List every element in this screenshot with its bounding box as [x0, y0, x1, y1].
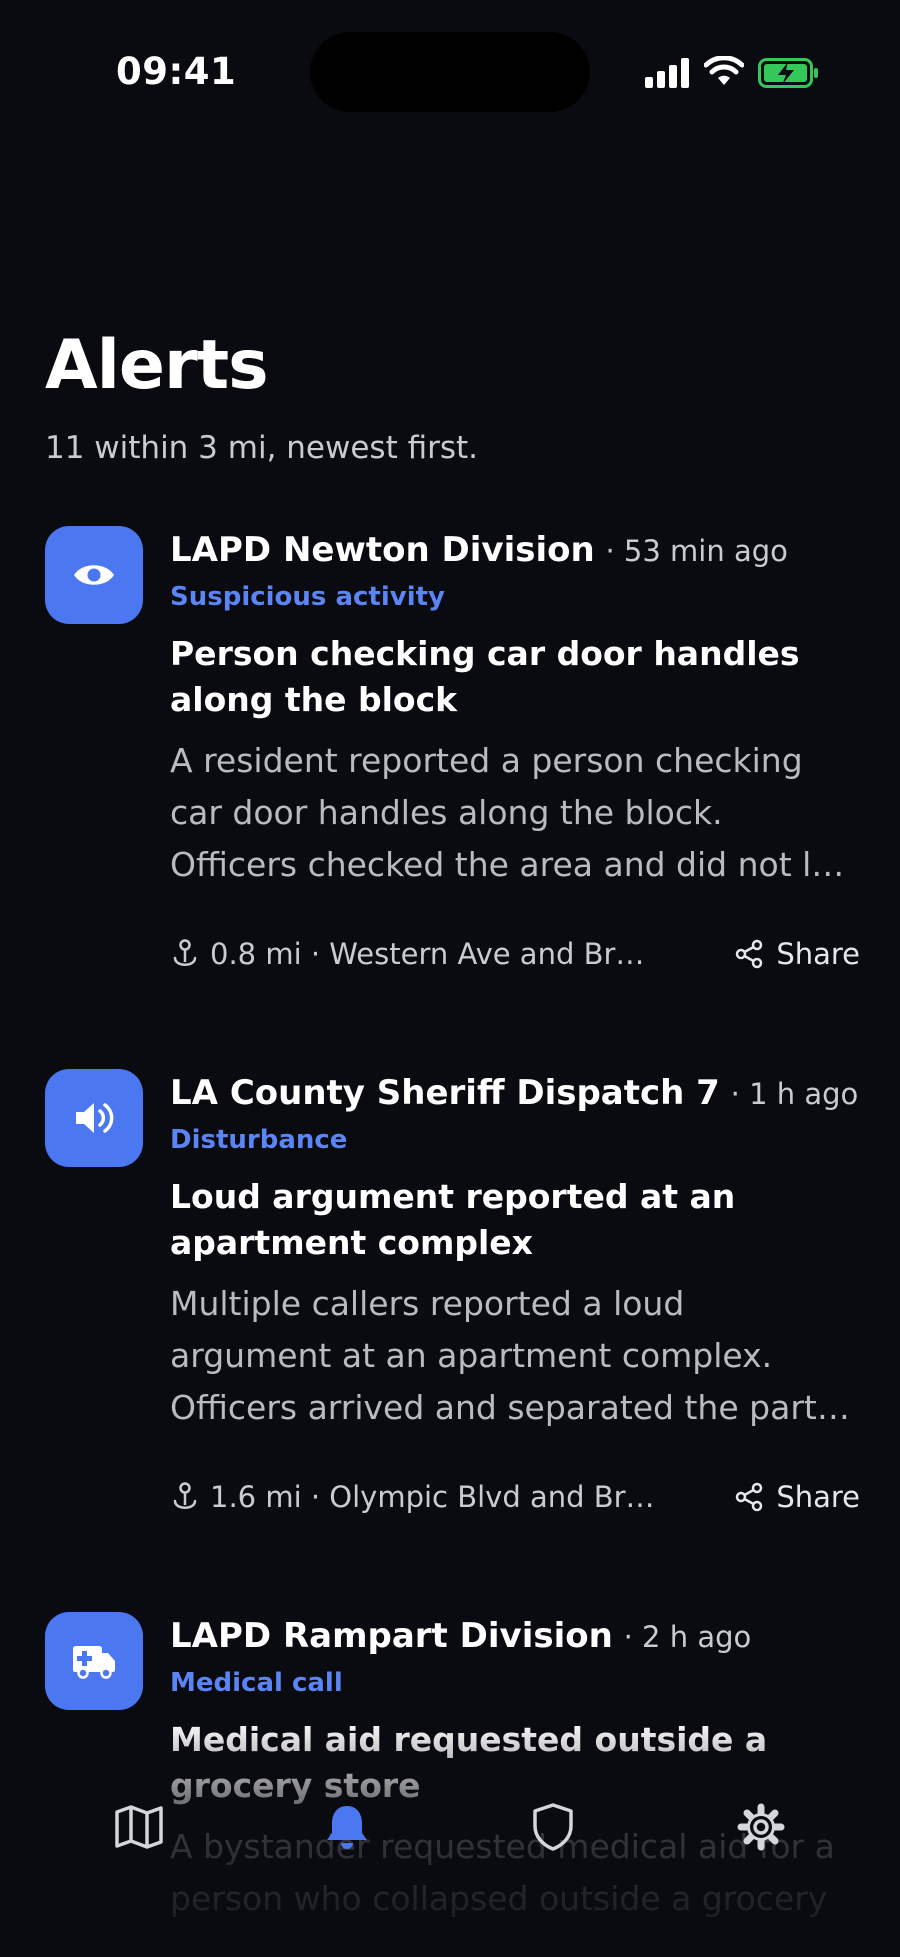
alert-description: A resident reported a person checking ca… [170, 741, 845, 884]
alert-location: 1.6 mi · Olympic Blvd and Br… [170, 1480, 655, 1514]
tab-alerts[interactable] [312, 1792, 382, 1862]
alert-source: LA County Sheriff Dispatch 7 [170, 1073, 720, 1113]
share-icon [736, 1482, 763, 1512]
shield-icon [533, 1803, 573, 1851]
tab-map[interactable] [104, 1792, 174, 1862]
alert-time: · 2 h ago [623, 1620, 752, 1654]
alerts-screen: 09:41 Alerts 11 within 3 mi, newest firs… [0, 0, 900, 1957]
alert-category: Medical call [170, 1668, 343, 1698]
alert-description: Multiple callers reported a loud argumen… [170, 1284, 850, 1427]
battery-icon [758, 58, 818, 88]
map-icon [115, 1805, 163, 1849]
alert-headline: Person checking car door handles along t… [170, 634, 800, 719]
alert-time: · 53 min ago [605, 534, 788, 568]
alert-category: Disturbance [170, 1125, 348, 1155]
page-subtitle: 11 within 3 mi, newest first. [45, 430, 479, 466]
page-title: Alerts [45, 326, 269, 405]
bell-icon [327, 1806, 367, 1849]
alert-location-text: 1.6 mi · Olympic Blvd and Br… [210, 1480, 655, 1514]
alert-source: LAPD Newton Division [170, 530, 595, 570]
alert-time: · 1 h ago [730, 1077, 859, 1111]
status-time: 09:41 [116, 50, 237, 93]
alert-headline: Loud argument reported at an apartment c… [170, 1177, 736, 1262]
alert-category-icon-tile [45, 1612, 143, 1710]
share-button[interactable]: Share [734, 937, 860, 971]
alert-source: LAPD Rampart Division [170, 1616, 613, 1656]
dynamic-island [310, 32, 590, 112]
wifi-icon [704, 56, 744, 85]
eye-icon [74, 565, 114, 585]
location-pin-icon [173, 1482, 197, 1509]
alert-category-icon-tile [45, 1069, 143, 1167]
tab-safety[interactable] [518, 1792, 588, 1862]
share-label: Share [776, 1480, 860, 1514]
share-icon [736, 939, 763, 969]
ambulance-icon [73, 1646, 115, 1679]
location-pin-icon [173, 939, 197, 966]
status-bar: 09:41 [0, 0, 900, 140]
alert-category: Suspicious activity [170, 582, 445, 612]
speaker-icon [76, 1103, 114, 1133]
tab-settings[interactable] [726, 1792, 796, 1862]
alert-category-icon-tile [45, 526, 143, 624]
gear-icon [737, 1803, 785, 1851]
alert-location-text: 0.8 mi · Western Ave and Br… [210, 937, 645, 971]
share-button[interactable]: Share [734, 1480, 860, 1514]
alert-location: 0.8 mi · Western Ave and Br… [170, 937, 644, 971]
share-label: Share [776, 937, 860, 971]
tab-bar [0, 1780, 900, 1880]
cellular-signal-icon [645, 58, 689, 88]
